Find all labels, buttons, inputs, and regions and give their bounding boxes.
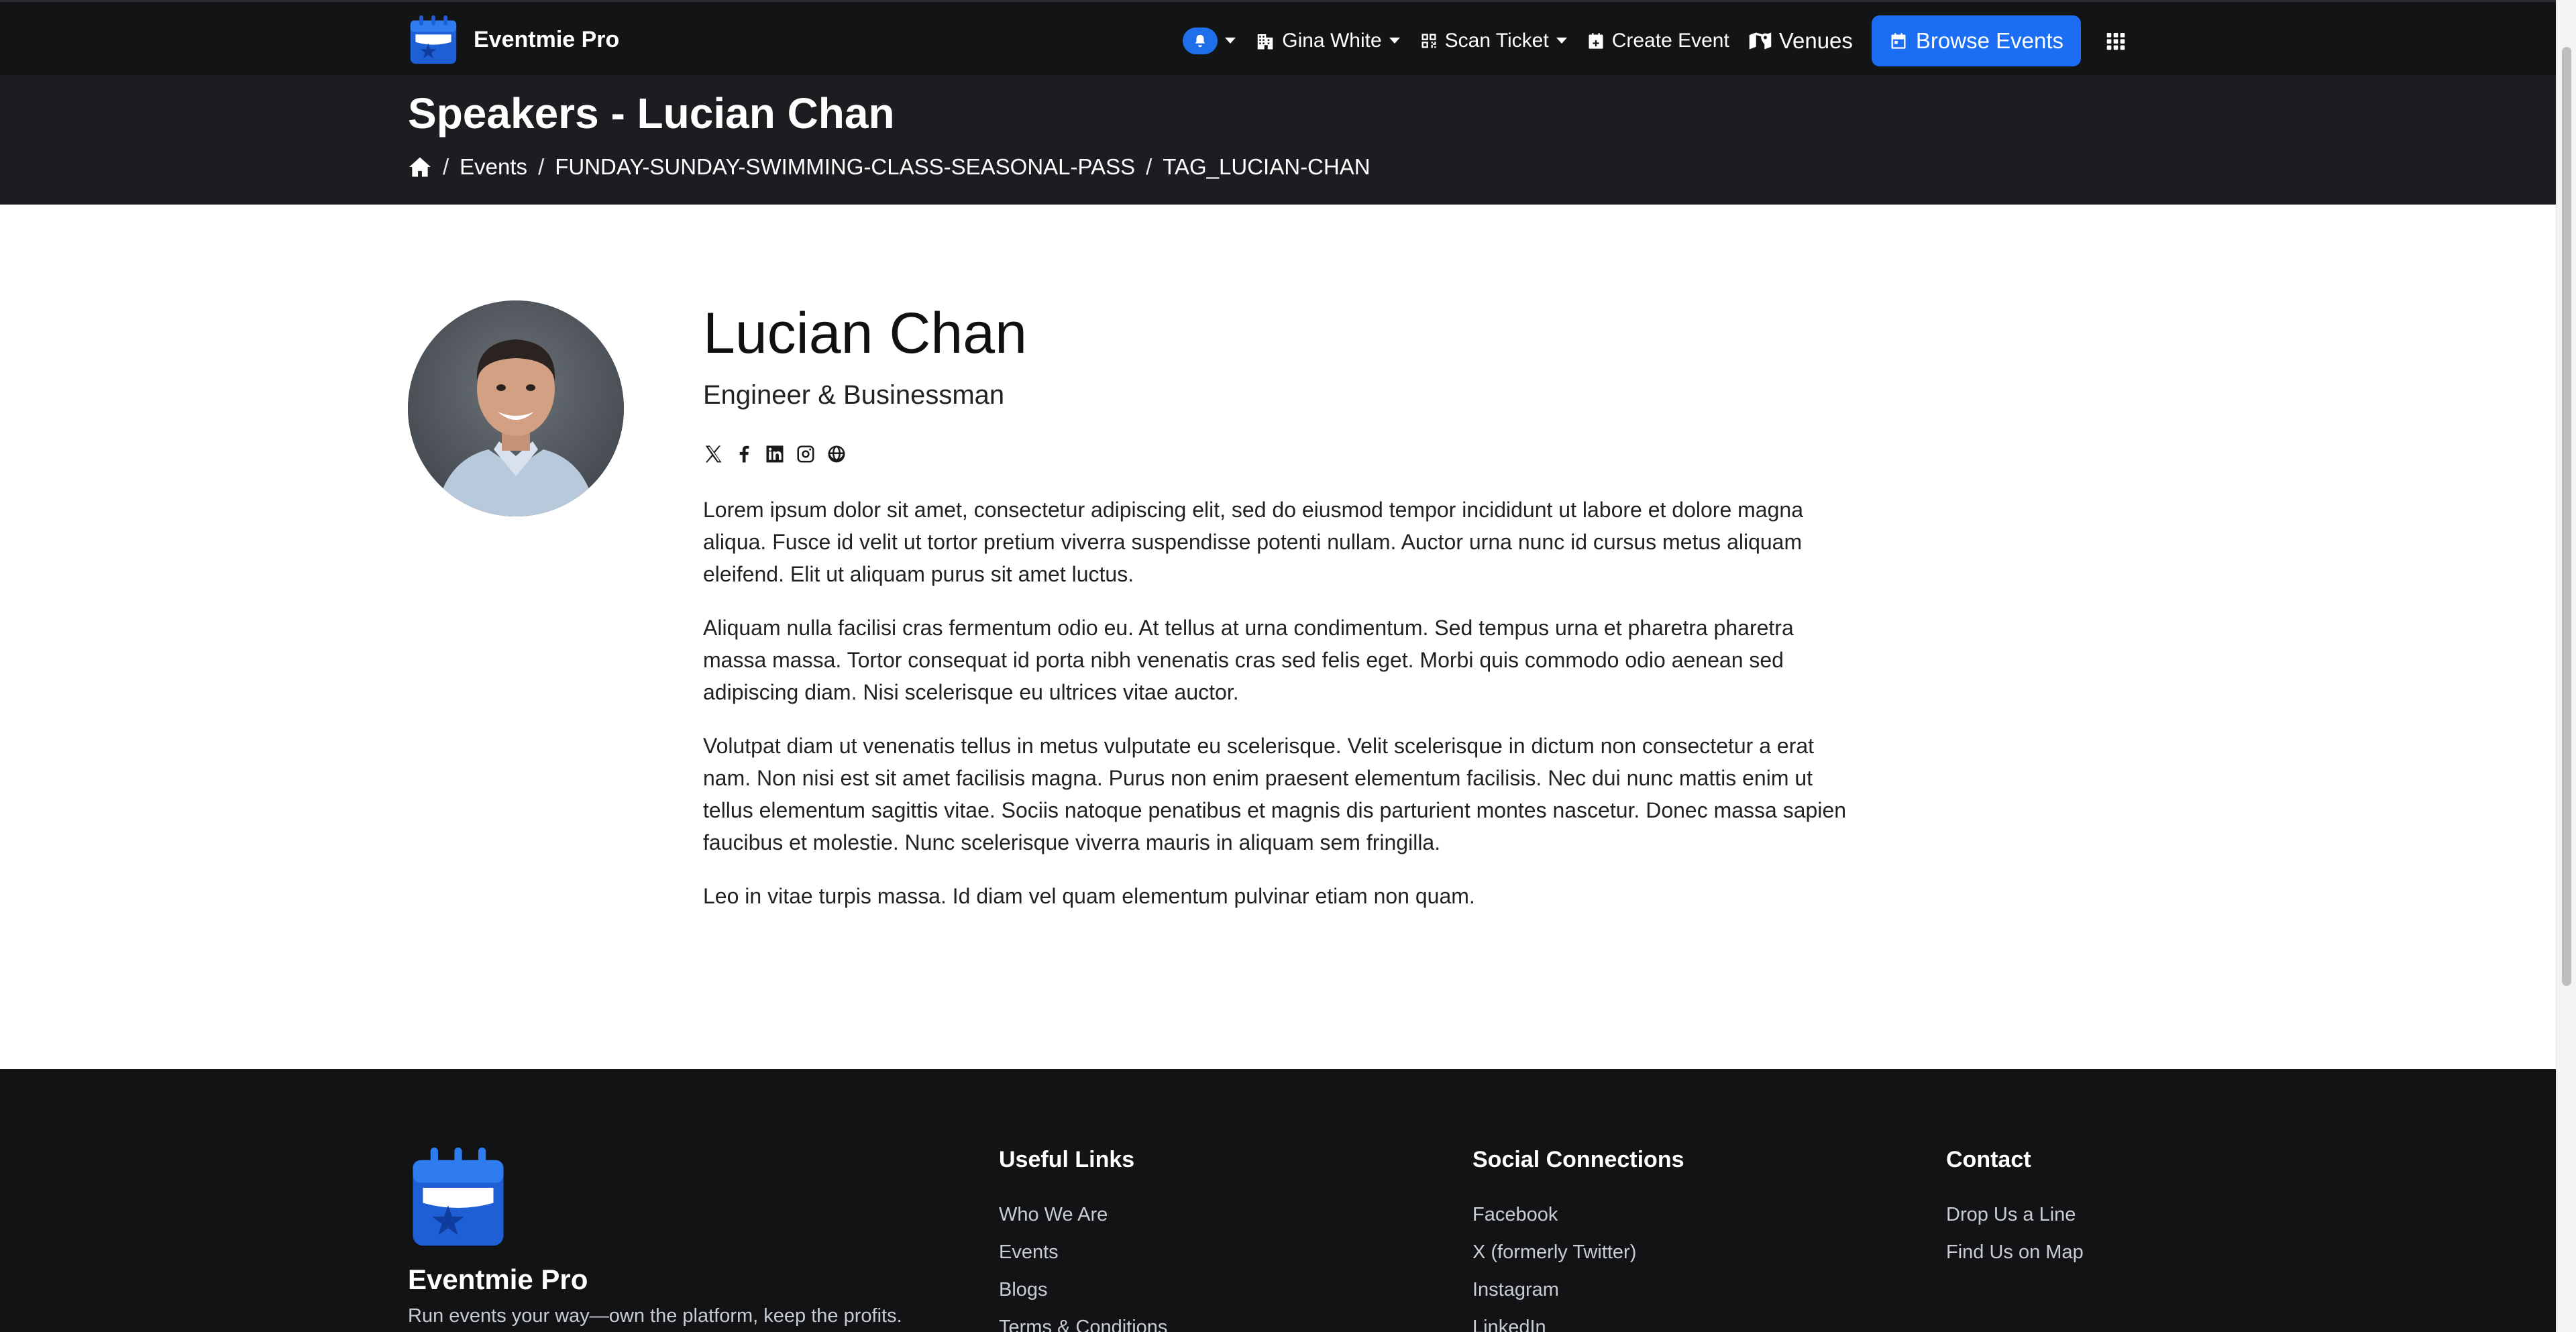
apps-menu-button[interactable] — [2096, 15, 2136, 66]
globe-icon[interactable] — [826, 444, 847, 464]
bio-paragraph: Aliquam nulla facilisi cras fermentum od… — [703, 615, 1794, 704]
breadcrumb-events-link[interactable]: Events — [460, 154, 527, 180]
page-scrollbar[interactable] — [2556, 0, 2576, 1332]
facebook-icon[interactable] — [734, 444, 754, 464]
footer-heading: Social Connections — [1472, 1147, 1684, 1172]
breadcrumb-current: TAG_LUCIAN-CHAN — [1163, 154, 1371, 179]
speaker-role: Engineer & Businessman — [703, 380, 1005, 410]
footer-link-who-we-are[interactable]: Who We Are — [999, 1196, 1167, 1233]
footer-logo — [413, 1148, 504, 1246]
speaker-social-links — [703, 444, 1857, 464]
linkedin-icon[interactable] — [765, 444, 785, 464]
footer-link-terms[interactable]: Terms & Conditions — [999, 1309, 1167, 1332]
footer-link-blogs[interactable]: Blogs — [999, 1271, 1167, 1309]
grid-icon — [2106, 33, 2125, 50]
scan-ticket-label: Scan Ticket — [1444, 30, 1549, 52]
scan-ticket-dropdown[interactable]: Scan Ticket — [1410, 15, 1577, 66]
breadcrumb: / Events / FUNDAY-SUNDAY-SWIMMING-CLASS-… — [408, 154, 1371, 180]
chevron-down-icon — [1225, 38, 1236, 44]
venues-label: Venues — [1778, 28, 1853, 53]
footer-useful-links: Useful Links Who We Are Events Blogs Ter… — [999, 1147, 1167, 1332]
footer-link-facebook[interactable]: Facebook — [1472, 1196, 1684, 1233]
home-icon[interactable] — [408, 156, 432, 178]
footer-link-linkedin[interactable]: LinkedIn — [1472, 1309, 1684, 1332]
breadcrumb-separator: / — [1146, 154, 1152, 179]
chevron-down-icon — [1389, 38, 1400, 44]
breadcrumb-separator: / — [443, 154, 449, 179]
brand-logo — [410, 15, 457, 64]
instagram-icon[interactable] — [796, 444, 816, 464]
nav-menu: Gina White Scan Ticket Create Event Venu… — [1173, 15, 2136, 66]
breadcrumb-event-link[interactable]: FUNDAY-SUNDAY-SWIMMING-CLASS-SEASONAL-PA… — [555, 154, 1135, 180]
browse-events-button[interactable]: Browse Events — [1871, 15, 2081, 66]
speaker-name: Lucian Chan — [703, 301, 1027, 366]
brand-link[interactable]: Eventmie Pro — [408, 11, 619, 68]
page-title: Speakers - Lucian Chan — [408, 89, 895, 137]
bio-paragraph: Lorem ipsum dolor sit amet, consectetur … — [703, 497, 1803, 586]
scrollbar-thumb[interactable] — [2562, 47, 2571, 986]
calendar-plus-icon — [1589, 33, 1603, 49]
chevron-down-icon — [1556, 38, 1567, 44]
brand-name: Eventmie Pro — [474, 26, 620, 52]
footer-link-instagram[interactable]: Instagram — [1472, 1271, 1684, 1309]
breadcrumb-separator: / — [538, 154, 545, 179]
footer-link-find-us-on-map[interactable]: Find Us on Map — [1946, 1233, 2084, 1271]
venues-link[interactable]: Venues — [1739, 15, 1862, 66]
speaker-avatar — [408, 300, 624, 516]
speaker-bio: Lorem ipsum dolor sit amet, consectetur … — [703, 494, 1857, 912]
footer-social-connections: Social Connections Facebook X (formerly … — [1472, 1147, 1684, 1332]
footer-heading: Contact — [1946, 1147, 2031, 1172]
qrcode-icon — [1421, 34, 1436, 48]
speaker-details: Lucian Chan Engineer & Businessman Lorem… — [703, 302, 1857, 934]
x-icon[interactable] — [703, 444, 723, 464]
site-footer: Eventmie Pro Run events your way—own the… — [0, 1069, 2556, 1332]
building-icon — [1257, 34, 1273, 50]
footer-link-drop-us-a-line[interactable]: Drop Us a Line — [1946, 1196, 2084, 1233]
bio-paragraph: Leo in vitae turpis massa. Id diam vel q… — [703, 883, 1475, 908]
footer-link-x[interactable]: X (formerly Twitter) — [1472, 1233, 1684, 1271]
browse-events-label: Browse Events — [1915, 28, 2063, 53]
create-event-link[interactable]: Create Event — [1577, 15, 1739, 66]
footer-heading: Useful Links — [999, 1147, 1135, 1172]
top-navbar: Eventmie Pro Gina White Scan Ticket Crea… — [0, 0, 2556, 75]
speaker-photo — [408, 300, 624, 516]
page-header: Speakers - Lucian Chan / Events / FUNDAY… — [0, 75, 2556, 205]
bio-paragraph: Volutpat diam ut venenatis tellus in met… — [703, 733, 1847, 854]
create-event-label: Create Event — [1611, 30, 1729, 52]
notifications-dropdown[interactable] — [1173, 15, 1246, 66]
bell-icon — [1183, 27, 1218, 54]
calendar-icon — [1891, 33, 1906, 49]
footer-brand-name: Eventmie Pro — [408, 1264, 588, 1295]
footer-contact: Contact Drop Us a Line Find Us on Map — [1946, 1147, 2084, 1271]
user-menu-dropdown[interactable]: Gina White — [1246, 15, 1409, 66]
footer-link-events[interactable]: Events — [999, 1233, 1167, 1271]
footer-tagline: Run events your way—own the platform, ke… — [408, 1305, 902, 1327]
user-name: Gina White — [1282, 30, 1382, 52]
map-icon — [1749, 32, 1772, 50]
